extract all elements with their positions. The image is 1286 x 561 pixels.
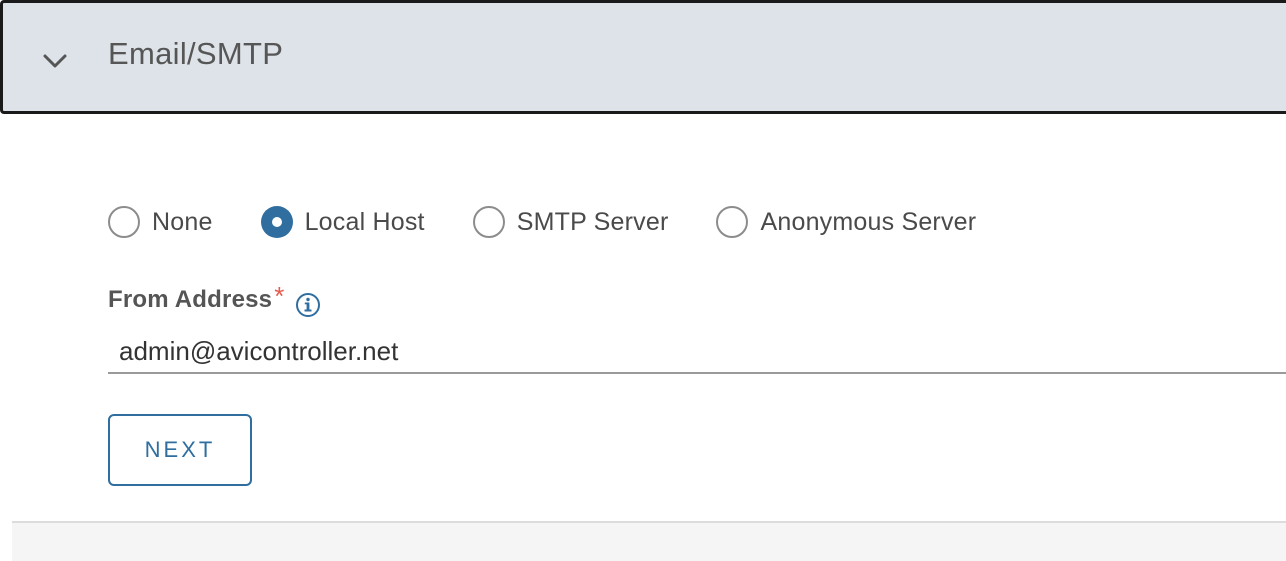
- radio-button-local-host[interactable]: [260, 206, 293, 238]
- radio-button-none[interactable]: [108, 206, 140, 238]
- section-title: Email/SMTP: [108, 36, 284, 71]
- radio-label-none: None: [152, 207, 213, 236]
- radio-button-anonymous-server[interactable]: [716, 206, 749, 238]
- radio-label-anonymous-server: Anonymous Server: [760, 207, 977, 236]
- from-address-label-row: From Address *: [108, 281, 322, 319]
- delivery-radio-group: None Local Host SMTP Server Anonymous Se…: [108, 205, 1024, 239]
- email-smtp-accordion-header[interactable]: Email/SMTP: [0, 0, 1286, 114]
- next-button[interactable]: NEXT: [108, 414, 252, 486]
- radio-label-local-host: Local Host: [304, 207, 425, 236]
- info-icon[interactable]: [294, 291, 322, 319]
- radio-button-smtp-server[interactable]: [472, 206, 505, 238]
- radio-option-none[interactable]: None: [108, 206, 213, 238]
- email-smtp-panel: Email/SMTP None Local Host SMTP Server A…: [0, 0, 1286, 561]
- required-indicator: *: [274, 281, 285, 311]
- radio-option-smtp-server[interactable]: SMTP Server: [472, 206, 669, 238]
- chevron-down-icon[interactable]: [41, 47, 69, 75]
- from-address-input[interactable]: [108, 330, 1286, 374]
- from-address-label: From Address: [108, 286, 273, 313]
- radio-label-smtp-server: SMTP Server: [516, 207, 669, 236]
- footer-divider: [12, 521, 1286, 561]
- radio-option-anonymous-server[interactable]: Anonymous Server: [716, 206, 976, 238]
- radio-option-local-host[interactable]: Local Host: [260, 206, 425, 238]
